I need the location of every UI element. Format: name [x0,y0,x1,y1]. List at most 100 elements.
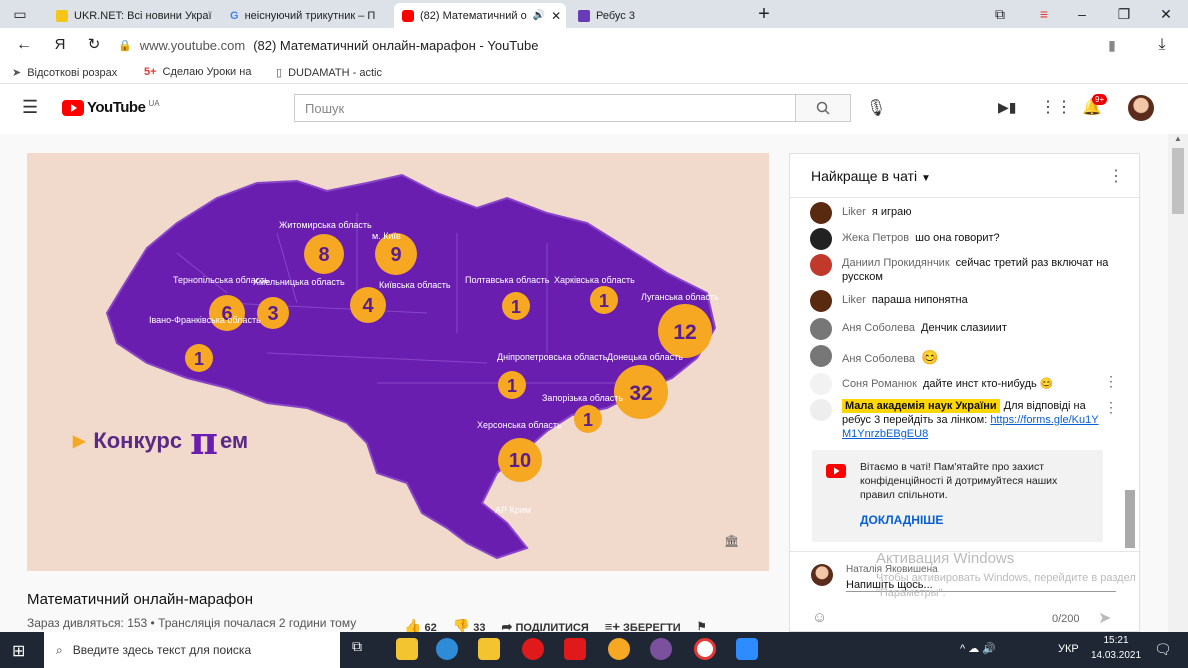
chromium-icon[interactable] [608,638,630,660]
youtube-logo[interactable]: YouTube UA [62,99,160,116]
chat-mode-dropdown[interactable]: Найкраще в чаті ▼ [811,168,931,184]
chat-message: Аня Соболева Денчик слазииит [810,318,1110,340]
region-bubble: 10 [498,438,542,482]
user-avatar[interactable] [1128,95,1154,121]
chat-scrollbar[interactable] [1125,324,1135,550]
tray-icons[interactable]: ^ ☁ 🔊 [960,642,996,655]
create-video-icon[interactable]: ▶▮ [998,99,1016,116]
emoji-picker-icon[interactable]: ☺ [812,609,827,626]
audio-icon[interactable]: 🔊 [533,10,545,21]
learn-more-link[interactable]: ДОКЛАДНІШЕ [860,513,943,527]
chat-message-owner: Мала академія наук України Для відповіді … [810,399,1100,441]
bookmark-item[interactable]: 5+ Сделаю Уроки на [144,66,251,78]
watch-page: 8 9 6 3 4 1 1 12 1 1 32 1 10 Житомирська… [0,134,1188,634]
avatar [810,228,832,250]
hamburger-icon[interactable]: ☰ [22,97,38,118]
svg-text:Донецька область: Донецька область [607,352,683,362]
bookmark-icon[interactable]: ▮ [1102,35,1122,55]
edge-icon[interactable] [436,638,458,660]
youtube-favicon [402,9,414,22]
museum-icon: 🏛 [724,534,740,548]
send-icon[interactable]: ➤ [1098,608,1111,628]
tab-google[interactable]: G неіснуючий трикутник – П [222,3,390,28]
notification-center-icon[interactable]: 🗨 [1154,641,1172,658]
scroll-up-icon[interactable]: ▲ [1174,134,1182,143]
more-options-icon[interactable]: ⋮ [1108,166,1124,186]
restore-icon[interactable]: ❐ [1114,4,1134,24]
chat-message: Liker я играю [810,202,1110,224]
viber-icon[interactable] [650,638,672,660]
bookmark-item[interactable]: ➤ Відсоткові розрах [12,66,117,80]
svg-text:Запорізька область: Запорізька область [542,393,623,403]
emoji-icon: 😊 [1039,378,1054,390]
yandex-browser-icon[interactable] [564,638,586,660]
tab-rebus[interactable]: Ребус 3 [570,3,740,28]
svg-text:Івано-Франківська область: Івано-Франківська область [149,315,261,325]
scrollbar-thumb[interactable] [1125,490,1135,548]
apps-grid-icon[interactable]: ⋮⋮ [1040,97,1072,117]
svg-text:32: 32 [629,382,652,405]
opera-icon[interactable] [522,638,544,660]
file-explorer-icon[interactable] [396,638,418,660]
avatar [810,254,832,276]
region-bubble: 32 [614,365,668,419]
arrow-icon: ➤ [12,67,22,79]
message-menu-icon[interactable]: ⋮ [1104,399,1118,416]
svg-text:4: 4 [362,295,374,317]
chat-message: Жека Петров шо она говорит? [810,228,1110,250]
new-tab-icon[interactable]: + [754,4,774,24]
yandex-icon[interactable]: Я [50,35,70,55]
youtube-icon [826,464,846,478]
avatar [810,399,832,421]
address-bar-row: ← Я ↻ 🔒 www.youtube.com (82) Математични… [0,28,1188,62]
message-menu-icon[interactable]: ⋮ [1104,373,1118,390]
avatar [810,345,832,367]
char-counter: 0/200 [1052,613,1080,625]
back-icon[interactable]: ← [14,35,34,55]
clock-date[interactable]: 14.03.2021 [1090,650,1142,661]
reload-icon[interactable]: ↻ [84,35,104,55]
video-meta: Зараз дивляться: 153 • Трансляція почала… [27,616,357,630]
close-tab-icon[interactable]: ✕ [551,9,561,23]
region-bubble: 1 [590,286,618,314]
zoom-icon[interactable] [736,638,758,660]
minimize-icon[interactable]: – [1072,4,1092,24]
microphone-icon[interactable]: 🎙 [866,98,886,118]
google-favicon: G [230,9,239,22]
bookmarks-bar: ➤ Відсоткові розрах 5+ Сделаю Уроки на ▯… [0,62,1188,84]
search-button[interactable] [795,94,851,122]
tab-ukrnet[interactable]: UKR.NET: Всі новини Украї [48,3,218,28]
task-view-icon[interactable]: ⧉ [352,638,374,660]
svg-text:1: 1 [511,297,521,317]
tab-actions-icon[interactable]: ▭ [10,4,30,24]
store-icon[interactable] [478,638,500,660]
scrollbar-thumb[interactable] [1172,148,1184,214]
url-field[interactable]: 🔒 www.youtube.com (82) Математичний онла… [118,33,1130,57]
taskbar-search[interactable]: ⌕ Введите здесь текст для поиска [44,632,340,668]
windows-taskbar: ⊞ ⌕ Введите здесь текст для поиска ⧉ ^ ☁… [0,632,1188,668]
chat-messages: Liker я играю Жека Петров шо она говорит? … [790,198,1125,452]
svg-text:12: 12 [673,321,696,344]
yandex-active-icon[interactable] [694,638,716,660]
download-icon[interactable]: ⤓ [1152,35,1172,55]
language-indicator[interactable]: УКР [1058,643,1079,655]
video-player[interactable]: 8 9 6 3 4 1 1 12 1 1 32 1 10 Житомирська… [27,153,769,571]
region-bubble: 6 [209,295,245,331]
windows-start-icon[interactable]: ⊞ [12,641,25,661]
search-input[interactable]: Пошук [294,94,796,122]
avatar [810,202,832,224]
svg-text:1: 1 [583,410,593,430]
close-window-icon[interactable]: ✕ [1156,4,1176,24]
svg-text:1: 1 [599,291,609,311]
svg-text:10: 10 [509,450,531,472]
menu-icon[interactable]: ≡ [1034,4,1054,24]
region-bubble: 1 [498,371,526,399]
page-scrollbar[interactable]: ▲ [1168,134,1188,632]
search-icon [816,101,830,115]
chat-header: Найкраще в чаті ▼ ⋮ [790,154,1139,198]
svg-text:Київська область: Київська область [379,280,451,290]
tab-youtube[interactable]: (82) Математичний о 🔊 ✕ [394,3,566,28]
clock-time[interactable]: 15:21 [1098,635,1134,646]
bookmarks-panel-icon[interactable]: ⧉ [990,4,1010,24]
bookmark-item[interactable]: ▯ DUDAMATH - actic [276,66,382,80]
